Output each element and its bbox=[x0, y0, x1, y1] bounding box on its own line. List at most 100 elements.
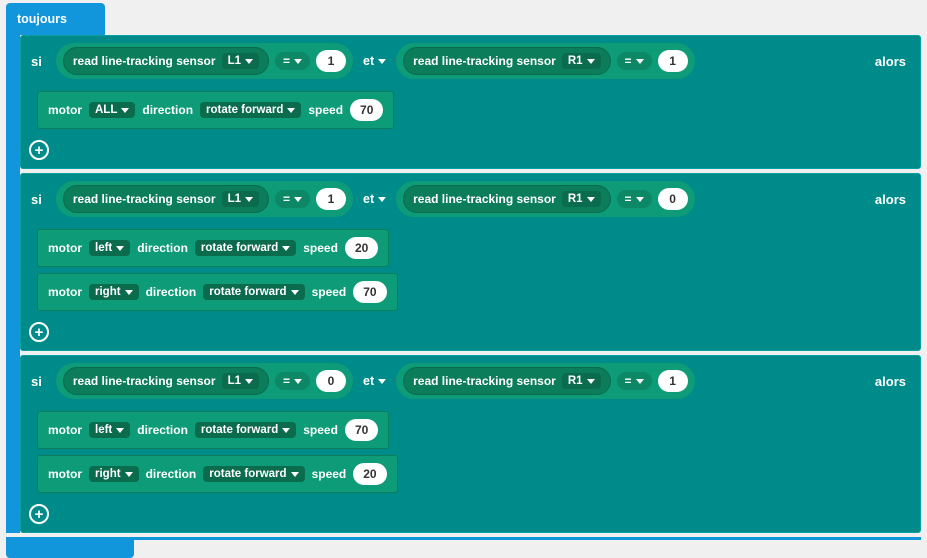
motor-dir-dropdown[interactable]: rotate forward bbox=[203, 466, 304, 482]
sensor-block[interactable]: read line-tracking sensor L1 bbox=[63, 47, 269, 75]
chevron-down-icon bbox=[294, 197, 302, 202]
chevron-down-icon bbox=[245, 197, 253, 202]
chevron-down-icon bbox=[125, 290, 133, 295]
operator-dropdown[interactable]: = bbox=[275, 190, 310, 208]
motor-dir-dropdown[interactable]: rotate forward bbox=[203, 284, 304, 300]
sensor-port-dropdown[interactable]: L1 bbox=[222, 373, 259, 389]
value-input[interactable]: 1 bbox=[316, 50, 346, 72]
motor-dir-dropdown[interactable]: rotate forward bbox=[195, 240, 296, 256]
chevron-down-icon bbox=[245, 59, 253, 64]
if-body: motor left direction rotate forward spee… bbox=[21, 406, 920, 498]
value-input[interactable]: 0 bbox=[658, 188, 688, 210]
speed-input[interactable]: 20 bbox=[353, 463, 386, 485]
kw-if: si bbox=[29, 54, 50, 69]
sensor-label: read line-tracking sensor bbox=[413, 374, 556, 388]
forever-body: si read line-tracking sensor L1 = 1 et r… bbox=[6, 35, 921, 533]
compare-left: read line-tracking sensor L1 = 1 bbox=[56, 181, 353, 217]
add-branch-button[interactable]: + bbox=[29, 322, 49, 342]
chevron-down-icon bbox=[116, 428, 124, 433]
speed-input[interactable]: 20 bbox=[345, 237, 378, 259]
compare-left: read line-tracking sensor L1 = 1 bbox=[56, 43, 353, 79]
if-header: si read line-tracking sensor L1 = 0 et r… bbox=[21, 356, 920, 406]
chevron-down-icon bbox=[636, 59, 644, 64]
operator-dropdown[interactable]: = bbox=[275, 52, 310, 70]
sensor-port-dropdown[interactable]: L1 bbox=[222, 53, 259, 69]
motor-speed-label: speed bbox=[303, 241, 338, 255]
chevron-down-icon bbox=[294, 59, 302, 64]
operator-dropdown[interactable]: = bbox=[617, 190, 652, 208]
sensor-port-dropdown[interactable]: R1 bbox=[562, 53, 601, 69]
motor-block[interactable]: motor left direction rotate forward spee… bbox=[37, 229, 389, 267]
sensor-label: read line-tracking sensor bbox=[73, 54, 216, 68]
value-input[interactable]: 0 bbox=[316, 370, 346, 392]
kw-then: alors bbox=[875, 374, 912, 389]
operator-dropdown[interactable]: = bbox=[617, 52, 652, 70]
motor-prefix: motor bbox=[48, 423, 82, 437]
if-block[interactable]: si read line-tracking sensor L1 = 1 et r… bbox=[20, 173, 921, 351]
sensor-block[interactable]: read line-tracking sensor L1 bbox=[63, 367, 269, 395]
motor-prefix: motor bbox=[48, 285, 82, 299]
if-footer: + bbox=[21, 316, 920, 350]
motor-dir-dropdown[interactable]: rotate forward bbox=[200, 102, 301, 118]
motor-dir-dropdown[interactable]: rotate forward bbox=[195, 422, 296, 438]
if-footer: + bbox=[21, 134, 920, 168]
compare-right: read line-tracking sensor R1 = 1 bbox=[396, 363, 694, 399]
compare-left: read line-tracking sensor L1 = 0 bbox=[56, 363, 353, 399]
motor-block[interactable]: motor right direction rotate forward spe… bbox=[37, 455, 398, 493]
motor-dir-label: direction bbox=[146, 285, 197, 299]
operator-dropdown[interactable]: = bbox=[617, 372, 652, 390]
motor-dir-label: direction bbox=[137, 423, 188, 437]
motor-which-dropdown[interactable]: right bbox=[89, 284, 139, 300]
chevron-down-icon bbox=[378, 59, 386, 64]
if-body: motor left direction rotate forward spee… bbox=[21, 224, 920, 316]
sensor-block[interactable]: read line-tracking sensor R1 bbox=[403, 367, 610, 395]
chevron-down-icon bbox=[378, 197, 386, 202]
if-block[interactable]: si read line-tracking sensor L1 = 0 et r… bbox=[20, 355, 921, 533]
speed-input[interactable]: 70 bbox=[350, 99, 383, 121]
chevron-down-icon bbox=[116, 246, 124, 251]
value-input[interactable]: 1 bbox=[658, 370, 688, 392]
chevron-down-icon bbox=[125, 472, 133, 477]
forever-block: toujours si read line-tracking sensor L1… bbox=[6, 3, 921, 558]
motor-speed-label: speed bbox=[308, 103, 343, 117]
sensor-label: read line-tracking sensor bbox=[73, 192, 216, 206]
sensor-port-dropdown[interactable]: R1 bbox=[562, 191, 601, 207]
kw-if: si bbox=[29, 374, 50, 389]
motor-which-dropdown[interactable]: ALL bbox=[89, 102, 135, 118]
value-input[interactable]: 1 bbox=[658, 50, 688, 72]
sensor-block[interactable]: read line-tracking sensor R1 bbox=[403, 185, 610, 213]
add-branch-button[interactable]: + bbox=[29, 504, 49, 524]
motor-which-dropdown[interactable]: left bbox=[89, 422, 130, 438]
operator-dropdown[interactable]: = bbox=[275, 372, 310, 390]
logic-op-dropdown[interactable]: et bbox=[359, 374, 390, 388]
kw-then: alors bbox=[875, 192, 912, 207]
chevron-down-icon bbox=[587, 197, 595, 202]
logic-op-dropdown[interactable]: et bbox=[359, 54, 390, 68]
compare-right: read line-tracking sensor R1 = 0 bbox=[396, 181, 694, 217]
forever-header[interactable]: toujours bbox=[6, 3, 105, 35]
motor-which-dropdown[interactable]: right bbox=[89, 466, 139, 482]
speed-input[interactable]: 70 bbox=[345, 419, 378, 441]
motor-block[interactable]: motor right direction rotate forward spe… bbox=[37, 273, 398, 311]
sensor-block[interactable]: read line-tracking sensor R1 bbox=[403, 47, 610, 75]
logic-op-dropdown[interactable]: et bbox=[359, 192, 390, 206]
chevron-down-icon bbox=[291, 290, 299, 295]
if-header: si read line-tracking sensor L1 = 1 et r… bbox=[21, 174, 920, 224]
add-branch-button[interactable]: + bbox=[29, 140, 49, 160]
chevron-down-icon bbox=[282, 428, 290, 433]
if-block[interactable]: si read line-tracking sensor L1 = 1 et r… bbox=[20, 35, 921, 169]
forever-label: toujours bbox=[17, 12, 67, 26]
kw-then: alors bbox=[875, 54, 912, 69]
speed-input[interactable]: 70 bbox=[353, 281, 386, 303]
sensor-port-dropdown[interactable]: R1 bbox=[562, 373, 601, 389]
sensor-port-dropdown[interactable]: L1 bbox=[222, 191, 259, 207]
motor-block[interactable]: motor left direction rotate forward spee… bbox=[37, 411, 389, 449]
value-input[interactable]: 1 bbox=[316, 188, 346, 210]
forever-footer bbox=[6, 540, 134, 558]
motor-prefix: motor bbox=[48, 103, 82, 117]
sensor-block[interactable]: read line-tracking sensor L1 bbox=[63, 185, 269, 213]
motor-block[interactable]: motor ALL direction rotate forward speed… bbox=[37, 91, 394, 129]
motor-which-dropdown[interactable]: left bbox=[89, 240, 130, 256]
kw-if: si bbox=[29, 192, 50, 207]
if-footer: + bbox=[21, 498, 920, 532]
